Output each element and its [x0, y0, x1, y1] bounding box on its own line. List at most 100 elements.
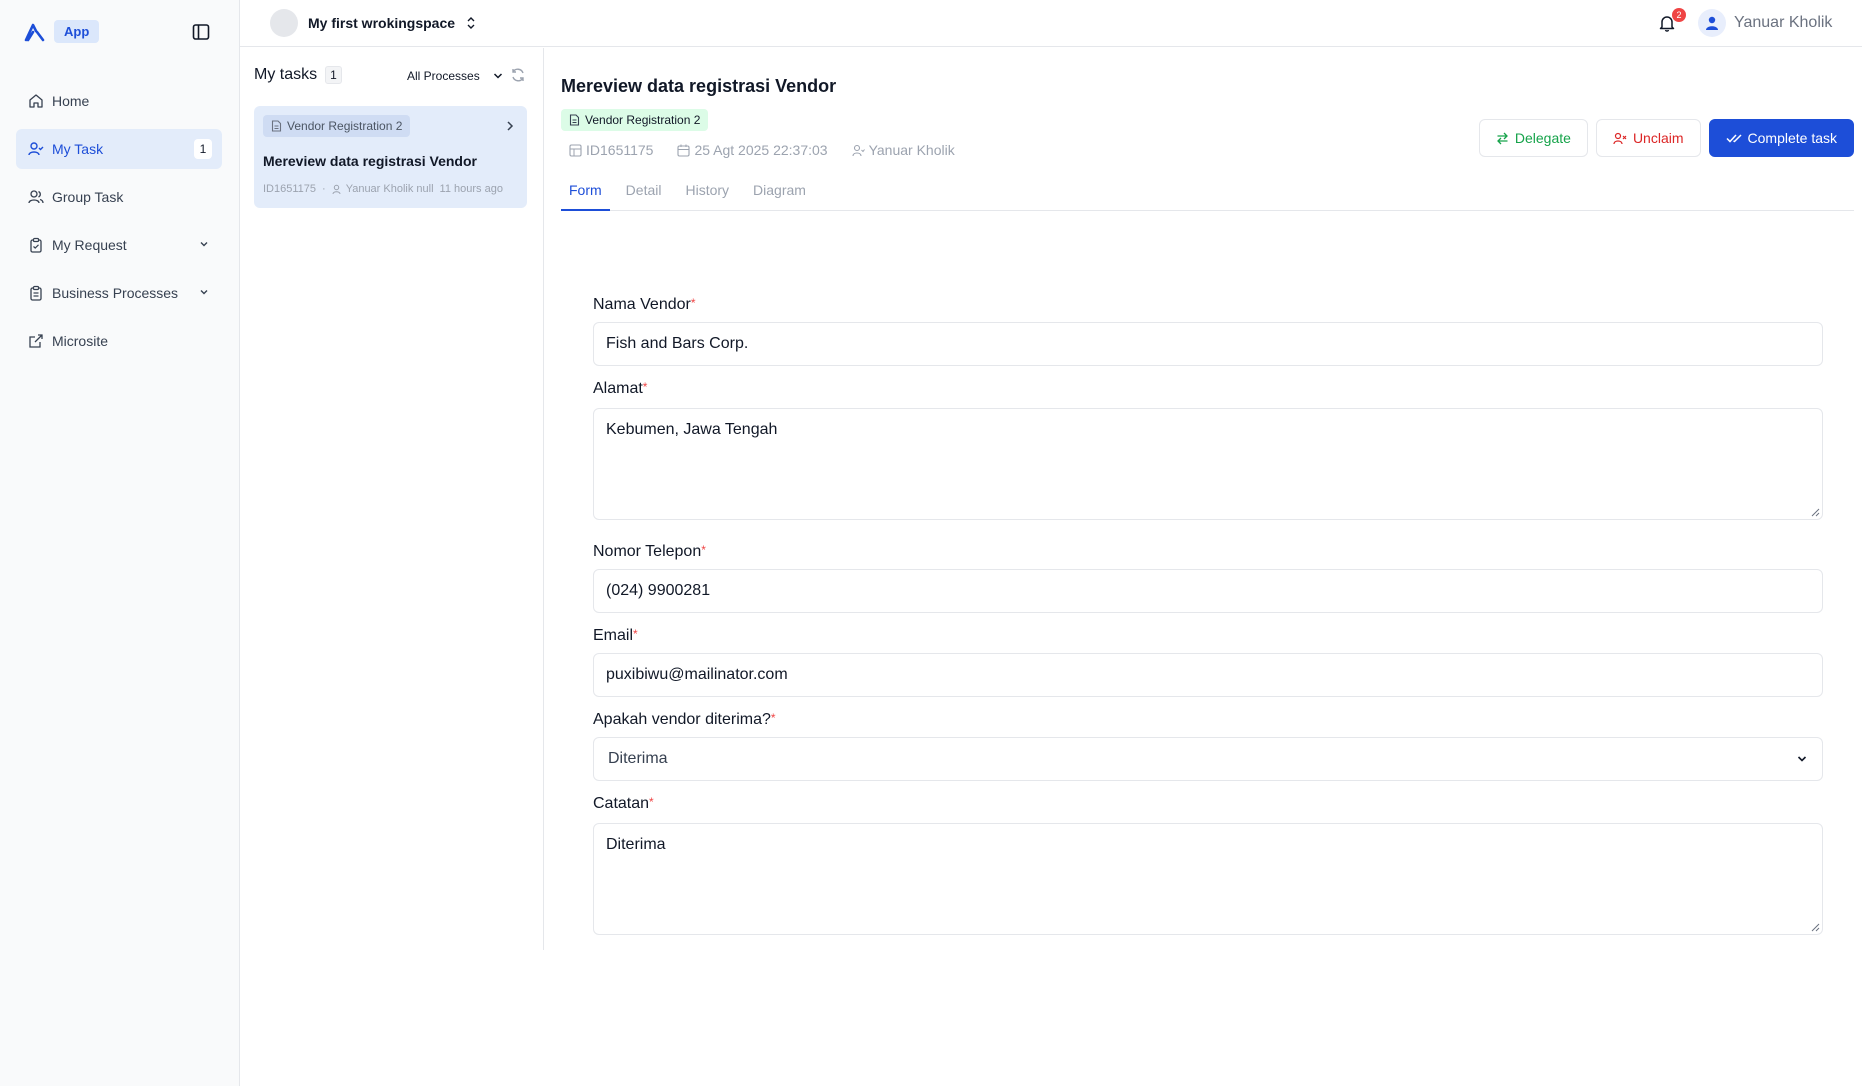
sidebar-item-microsite[interactable]: Microsite — [16, 321, 222, 361]
logo-icon — [24, 22, 46, 42]
task-id-meta: ID1651175 — [569, 142, 653, 158]
catatan-value: Diterima — [606, 836, 666, 853]
user-x-icon — [1613, 132, 1627, 145]
clipboard-icon — [28, 237, 44, 253]
home-icon — [28, 93, 44, 109]
task-card[interactable]: Vendor Registration 2 Mereview data regi… — [254, 106, 527, 208]
unclaim-button[interactable]: Unclaim — [1595, 119, 1701, 157]
task-card-title: Mereview data registrasi Vendor — [263, 153, 477, 169]
calendar-icon — [677, 144, 691, 157]
chevron-down-icon — [492, 70, 504, 82]
sidebar-item-label: Business Processes — [52, 285, 179, 301]
chevron-down-icon — [198, 238, 210, 250]
chevron-right-icon — [505, 120, 515, 132]
required-mark: * — [701, 543, 706, 557]
field-label-text: Nomor Telepon — [593, 543, 702, 560]
field-label-text: Alamat — [593, 380, 643, 397]
task-card-tag-label: Vendor Registration 2 — [287, 119, 403, 133]
sidebar-item-label: Group Task — [52, 189, 124, 205]
chevron-down-icon — [1796, 753, 1808, 765]
external-link-icon — [28, 333, 44, 349]
email-input[interactable]: puxibiwu@mailinator.com — [593, 653, 1823, 697]
sidebar-nav: Home My Task 1 Group Task My Request Bus… — [16, 81, 222, 369]
sidebar-item-group-task[interactable]: Group Task — [16, 177, 222, 217]
brand-badge: App — [54, 20, 100, 43]
refresh-icon[interactable] — [510, 67, 526, 83]
complete-task-label: Complete task — [1747, 130, 1837, 146]
file-icon — [569, 114, 580, 126]
file-icon — [271, 120, 282, 132]
process-tag: Vendor Registration 2 — [561, 109, 709, 131]
field-label-text: Catatan — [593, 795, 650, 812]
detail-tabs: Form Detail History Diagram — [561, 172, 1854, 211]
notification-bell-icon[interactable]: 2 — [1658, 8, 1686, 34]
resize-handle-icon[interactable] — [1810, 922, 1820, 932]
task-card-meta: ID1651175 · Yanuar Kholik null 11 hours … — [263, 183, 503, 195]
sidebar-item-home[interactable]: Home — [16, 81, 222, 121]
task-detail: Mereview data registrasi Vendor Vendor R… — [545, 48, 1862, 1086]
users-icon — [28, 189, 44, 205]
user-menu[interactable]: Yanuar Kholik — [1698, 9, 1832, 37]
field-label-text: Email — [593, 627, 634, 644]
task-card-time: 11 hours ago — [439, 183, 503, 195]
sidebar-item-my-task[interactable]: My Task 1 — [16, 129, 222, 169]
workspace-switcher[interactable]: My first wrokingspace — [270, 9, 477, 37]
sidebar-item-my-request[interactable]: My Request — [16, 225, 222, 265]
topbar: My first wrokingspace 2 Yanuar Kholik — [240, 0, 1862, 47]
task-list-count: 1 — [325, 66, 342, 84]
field-label: Nomor Telepon* — [593, 543, 1823, 565]
field-label-text: Nama Vendor — [593, 296, 691, 313]
task-list-panel: My tasks 1 All Processes Vendor Registra… — [240, 48, 544, 950]
complete-task-button[interactable]: Complete task — [1708, 119, 1854, 157]
tab-form[interactable]: Form — [561, 172, 610, 211]
task-card-assignee-wrap: Yanuar Kholik null — [332, 183, 434, 195]
tab-history[interactable]: History — [677, 172, 737, 211]
field-label: Alamat* — [593, 380, 1823, 402]
chevron-down-icon — [198, 286, 210, 298]
field-label: Catatan* — [593, 795, 1823, 817]
catatan-textarea[interactable]: Diterima — [593, 823, 1823, 935]
field-vendor-diterima: Apakah vendor diterima?* Diterima — [593, 711, 1823, 781]
resize-handle-icon[interactable] — [1810, 507, 1820, 517]
sidebar-item-label: My Task — [52, 141, 104, 157]
swap-icon — [1496, 132, 1509, 145]
alamat-value: Kebumen, Jawa Tengah — [606, 421, 778, 438]
field-label-text: Apakah vendor diterima? — [593, 711, 771, 728]
table-icon — [569, 143, 582, 157]
user-icon — [852, 144, 865, 157]
nomor-telepon-input[interactable]: (024) 9900281 — [593, 569, 1823, 613]
nama-vendor-input[interactable]: Fish and Bars Corp. — [593, 322, 1823, 366]
vendor-diterima-select[interactable]: Diterima — [593, 737, 1823, 781]
brand[interactable]: App — [24, 20, 100, 43]
task-assignee: Yanuar Kholik — [868, 142, 955, 158]
field-label: Apakah vendor diterima?* — [593, 711, 1823, 733]
workspace-name: My first wrokingspace — [308, 15, 456, 31]
required-mark: * — [690, 296, 696, 310]
task-list-title: My tasks — [254, 66, 318, 83]
meta-separator: · — [322, 183, 326, 195]
required-mark: * — [770, 711, 776, 725]
task-card-id: ID1651175 — [263, 183, 317, 195]
tab-diagram[interactable]: Diagram — [745, 172, 814, 211]
field-nama-vendor: Nama Vendor* Fish and Bars Corp. — [593, 296, 1823, 366]
task-count-badge: 1 — [194, 139, 212, 159]
user-name: Yanuar Kholik — [1734, 14, 1833, 31]
clipboard-list-icon — [28, 285, 44, 301]
task-actions: Delegate Unclaim Complete task — [1478, 119, 1854, 157]
sidebar-toggle-icon[interactable] — [190, 21, 212, 43]
sidebar-item-label: My Request — [52, 237, 127, 253]
process-filter-value: All Processes — [407, 69, 480, 83]
delegate-button[interactable]: Delegate — [1478, 119, 1588, 157]
task-card-process-tag: Vendor Registration 2 — [263, 115, 411, 137]
sidebar-item-business-processes[interactable]: Business Processes — [16, 273, 222, 313]
workspace-avatar — [270, 9, 298, 37]
check-double-icon — [1725, 132, 1742, 144]
task-meta: ID1651175 25 Agt 2025 22:37:03 Yanuar Kh… — [569, 142, 955, 158]
task-card-assignee: Yanuar Kholik null — [345, 183, 434, 195]
alamat-textarea[interactable]: Kebumen, Jawa Tengah — [593, 408, 1823, 520]
required-mark: * — [649, 795, 654, 809]
task-date-meta: 25 Agt 2025 22:37:03 — [677, 142, 828, 158]
process-filter-select[interactable]: All Processes — [407, 69, 504, 83]
vendor-diterima-value: Diterima — [608, 750, 668, 767]
tab-detail[interactable]: Detail — [618, 172, 670, 211]
